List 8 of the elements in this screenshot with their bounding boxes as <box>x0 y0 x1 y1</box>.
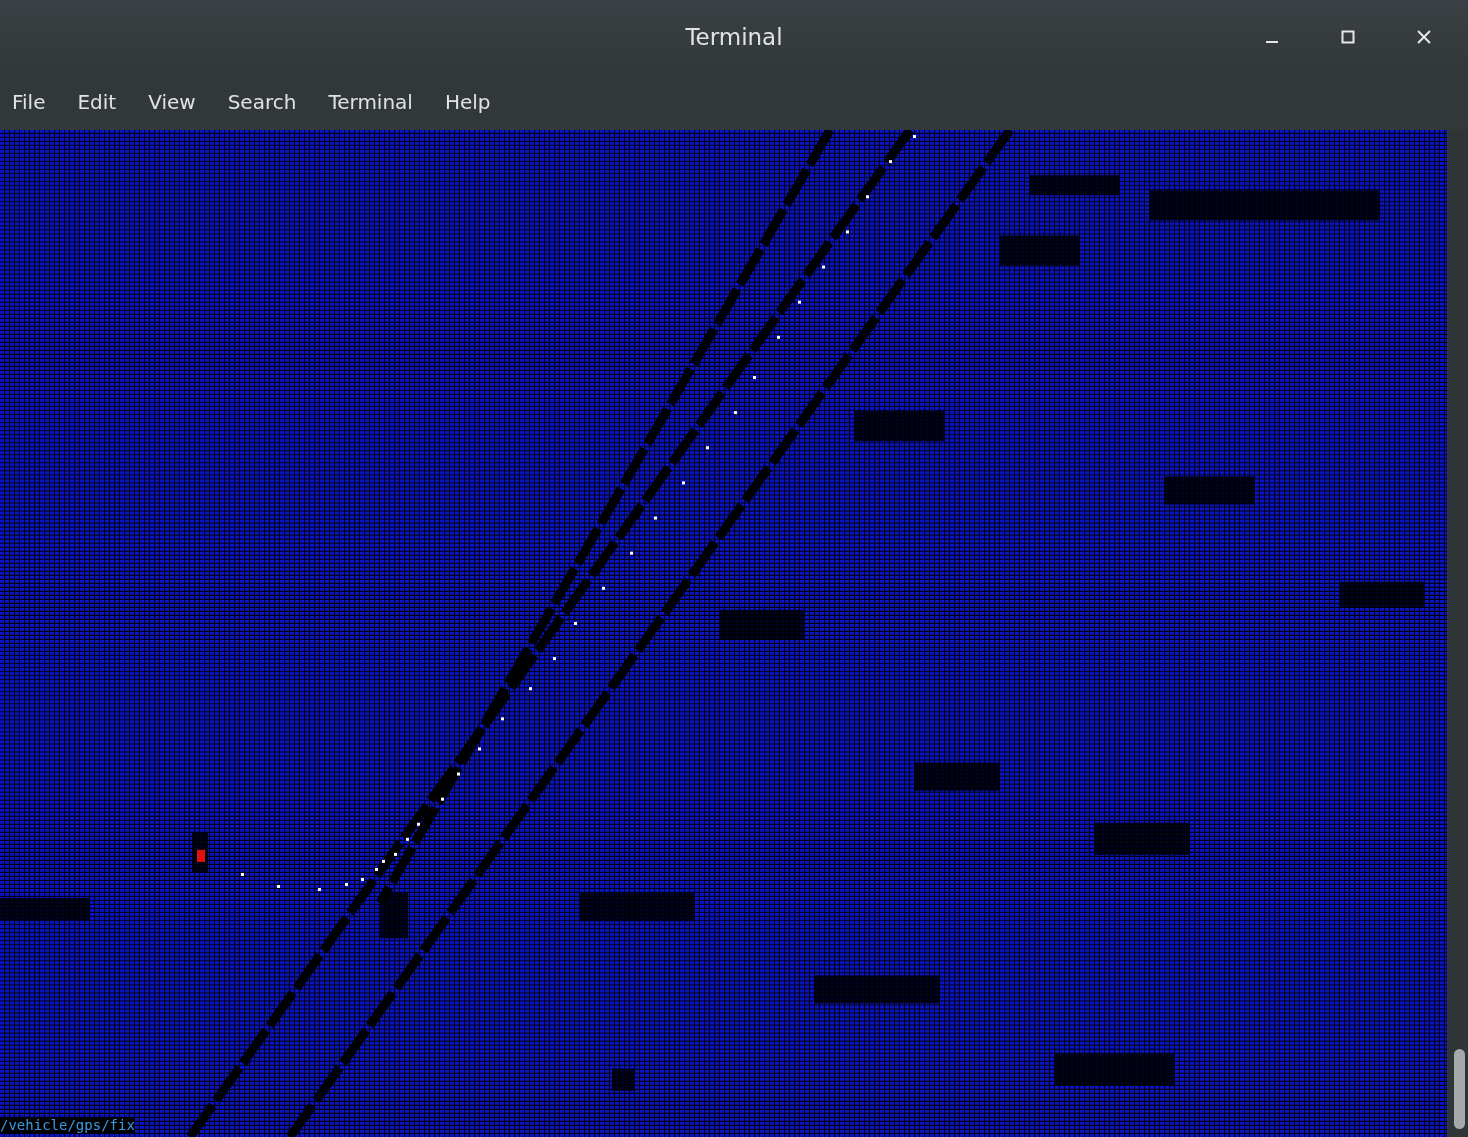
menu-item[interactable]: View <box>136 84 212 120</box>
menu-item[interactable]: Edit <box>65 84 133 120</box>
menu-item[interactable]: Search <box>215 84 313 120</box>
window-title: Terminal <box>685 24 783 50</box>
menu-item[interactable]: Terminal <box>316 84 429 120</box>
menu-item[interactable]: File <box>0 84 62 120</box>
menu-item[interactable]: Help <box>432 84 507 120</box>
scrollbar-thumb[interactable] <box>1454 1049 1465 1129</box>
